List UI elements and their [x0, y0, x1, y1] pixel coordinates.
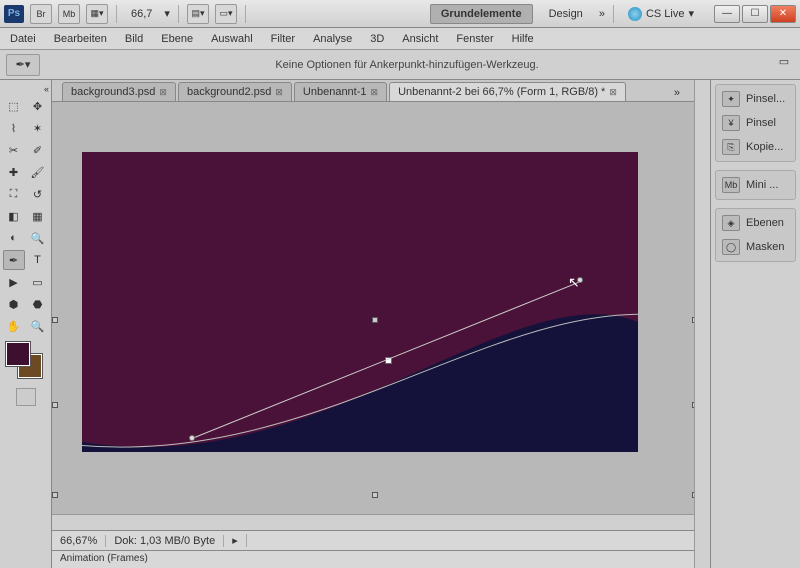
- extras-button[interactable]: ▭▾: [215, 4, 237, 24]
- shape-tool[interactable]: ▭: [27, 272, 49, 292]
- zoom-tool[interactable]: 🔍: [27, 316, 49, 336]
- vertical-scrollbar[interactable]: [694, 80, 710, 568]
- panel-pinsel[interactable]: ¥Pinsel: [718, 111, 793, 135]
- dodge-tool[interactable]: 🔍: [27, 228, 49, 248]
- stamp-tool[interactable]: ⛶: [3, 184, 25, 204]
- minibridge-button[interactable]: Mb: [58, 4, 80, 24]
- fg-color[interactable]: [6, 342, 30, 366]
- bbox-handle[interactable]: [52, 402, 58, 408]
- cursor-icon: ↖: [568, 274, 580, 291]
- bbox-handle[interactable]: [372, 317, 378, 323]
- close-icon[interactable]: ⊠: [275, 87, 283, 98]
- tab-background3[interactable]: background3.psd⊠: [62, 82, 176, 101]
- heal-tool[interactable]: ✚: [3, 162, 25, 182]
- panel-ebenen[interactable]: ◈Ebenen: [718, 211, 793, 235]
- panel-kopierquelle[interactable]: ⎘Kopie...: [718, 135, 793, 159]
- eraser-tool[interactable]: ◧: [3, 206, 25, 226]
- status-arrow[interactable]: ▸: [224, 534, 247, 547]
- toolbox: « ⬚✥ ⌇✶ ✂✐ ✚🖌 ⛶↺ ◧▦ ◐🔍 ✒T ▶▭ ⬢⬣ ✋🔍: [0, 80, 52, 568]
- type-tool[interactable]: T: [27, 250, 49, 270]
- 3d-camera-tool[interactable]: ⬣: [27, 294, 49, 314]
- close-icon[interactable]: ⊠: [609, 87, 617, 98]
- bbox-handle[interactable]: [372, 492, 378, 498]
- menu-hilfe[interactable]: Hilfe: [512, 33, 534, 45]
- arrange-button[interactable]: ▤▾: [187, 4, 209, 24]
- menu-3d[interactable]: 3D: [370, 33, 384, 45]
- menu-bar: Datei Bearbeiten Bild Ebene Auswahl Filt…: [0, 28, 800, 50]
- menu-datei[interactable]: Datei: [10, 33, 36, 45]
- menu-ansicht[interactable]: Ansicht: [402, 33, 438, 45]
- workspace-more[interactable]: »: [599, 8, 605, 20]
- close-icon[interactable]: ⊠: [371, 87, 379, 98]
- bbox-handle[interactable]: [692, 402, 694, 408]
- bbox-handle[interactable]: [52, 317, 58, 323]
- animation-panel-tab[interactable]: Animation (Frames): [52, 550, 694, 568]
- quickmask-button[interactable]: [16, 388, 36, 406]
- lasso-tool[interactable]: ⌇: [3, 118, 25, 138]
- maximize-button[interactable]: ☐: [742, 5, 768, 23]
- app-logo: Ps: [4, 5, 24, 23]
- zoom-value[interactable]: 66,7: [125, 8, 158, 20]
- control-point[interactable]: [189, 435, 195, 441]
- brush-preset-icon: ✦: [722, 91, 740, 107]
- document-tabs: background3.psd⊠ background2.psd⊠ Unbena…: [52, 80, 694, 102]
- bbox-handle[interactable]: [692, 492, 694, 498]
- status-bar: 66,67% Dok: 1,03 MB/0 Byte ▸: [52, 530, 694, 550]
- tabs-overflow[interactable]: »: [666, 85, 688, 101]
- minimize-button[interactable]: —: [714, 5, 740, 23]
- menu-filter[interactable]: Filter: [271, 33, 295, 45]
- cslive-button[interactable]: CS Live▾: [622, 7, 700, 21]
- horizontal-scrollbar[interactable]: [52, 514, 694, 530]
- pen-tool[interactable]: ✒: [3, 250, 25, 270]
- workspace-design[interactable]: Design: [539, 5, 593, 23]
- canvas[interactable]: [82, 152, 638, 452]
- menu-analyse[interactable]: Analyse: [313, 33, 352, 45]
- panel-masken[interactable]: ◯Masken: [718, 235, 793, 259]
- marquee-tool[interactable]: ✥: [27, 96, 49, 116]
- tab-unbenannt2[interactable]: Unbenannt-2 bei 66,7% (Form 1, RGB/8) *⊠: [389, 82, 626, 101]
- close-button[interactable]: ✕: [770, 5, 796, 23]
- status-docsize[interactable]: Dok: 1,03 MB/0 Byte: [106, 535, 224, 547]
- clone-icon: ⎘: [722, 139, 740, 155]
- move-tool[interactable]: ⬚: [3, 96, 25, 116]
- wand-tool[interactable]: ✶: [27, 118, 49, 138]
- panel-dock: ✦Pinsel... ¥Pinsel ⎘Kopie... MbMini ... …: [710, 80, 800, 568]
- eyedropper-tool[interactable]: ✐: [27, 140, 49, 160]
- option-panel-toggle[interactable]: ▭: [774, 55, 794, 75]
- cslive-icon: [628, 7, 642, 21]
- bbox-handle[interactable]: [692, 317, 694, 323]
- brush-icon: ¥: [722, 115, 740, 131]
- screen-mode-button[interactable]: ▦▾: [86, 4, 108, 24]
- menu-auswahl[interactable]: Auswahl: [211, 33, 253, 45]
- tab-background2[interactable]: background2.psd⊠: [178, 82, 292, 101]
- hand-tool[interactable]: ✋: [3, 316, 25, 336]
- workspace-grundelemente[interactable]: Grundelemente: [430, 4, 533, 24]
- option-current-tool[interactable]: ✒▾: [6, 54, 40, 76]
- masks-icon: ◯: [722, 239, 740, 255]
- path-select-tool[interactable]: ▶: [3, 272, 25, 292]
- minibridge-icon: Mb: [722, 177, 740, 193]
- close-icon[interactable]: ⊠: [159, 87, 167, 98]
- bridge-button[interactable]: Br: [30, 4, 52, 24]
- gradient-tool[interactable]: ▦: [27, 206, 49, 226]
- brush-tool[interactable]: 🖌: [27, 162, 49, 182]
- option-message: Keine Optionen für Ankerpunkt-hinzufügen…: [40, 59, 774, 71]
- canvas-viewport[interactable]: ↖: [52, 102, 694, 514]
- menu-bearbeiten[interactable]: Bearbeiten: [54, 33, 107, 45]
- crop-tool[interactable]: ✂: [3, 140, 25, 160]
- toolbox-collapse[interactable]: «: [44, 84, 49, 94]
- menu-fenster[interactable]: Fenster: [456, 33, 493, 45]
- tab-unbenannt1[interactable]: Unbenannt-1⊠: [294, 82, 387, 101]
- 3d-tool[interactable]: ⬢: [3, 294, 25, 314]
- layers-icon: ◈: [722, 215, 740, 231]
- panel-pinselvorgaben[interactable]: ✦Pinsel...: [718, 87, 793, 111]
- status-zoom[interactable]: 66,67%: [52, 535, 106, 547]
- blur-tool[interactable]: ◐: [3, 228, 25, 248]
- bbox-handle[interactable]: [52, 492, 58, 498]
- panel-minibridge[interactable]: MbMini ...: [718, 173, 793, 197]
- menu-ebene[interactable]: Ebene: [161, 33, 193, 45]
- menu-bild[interactable]: Bild: [125, 33, 143, 45]
- history-brush-tool[interactable]: ↺: [27, 184, 49, 204]
- color-swatches[interactable]: [6, 342, 46, 382]
